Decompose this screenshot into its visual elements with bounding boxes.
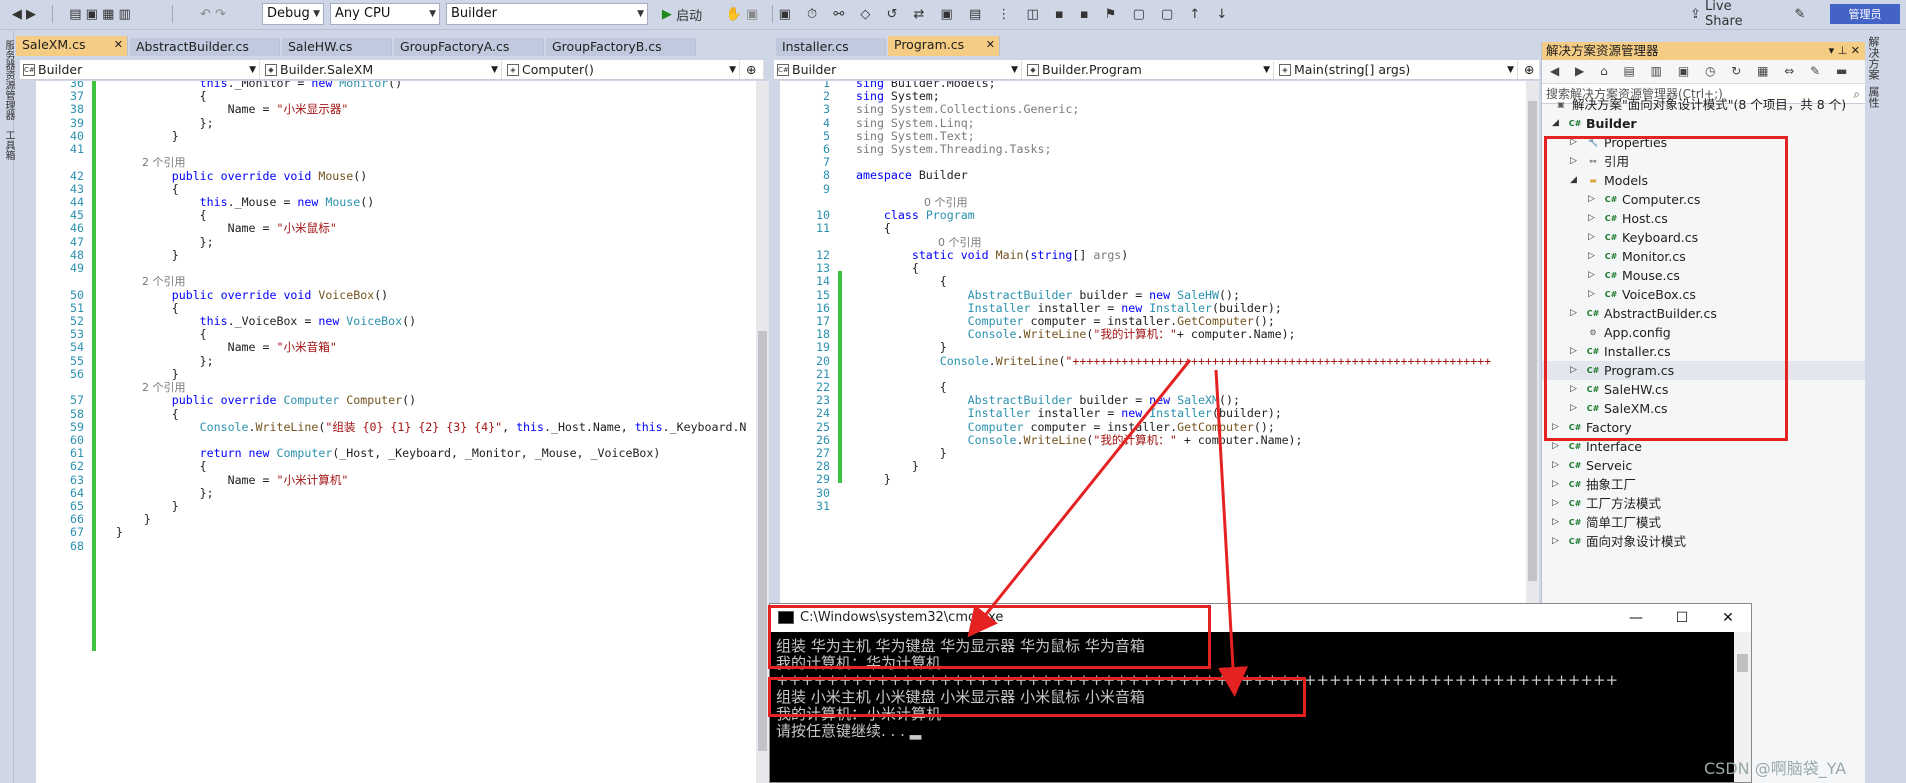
arrow-to-xiaomi	[1214, 369, 1248, 697]
annotation-arrows	[967, 359, 1248, 697]
arrow-to-huawei	[967, 359, 1192, 638]
